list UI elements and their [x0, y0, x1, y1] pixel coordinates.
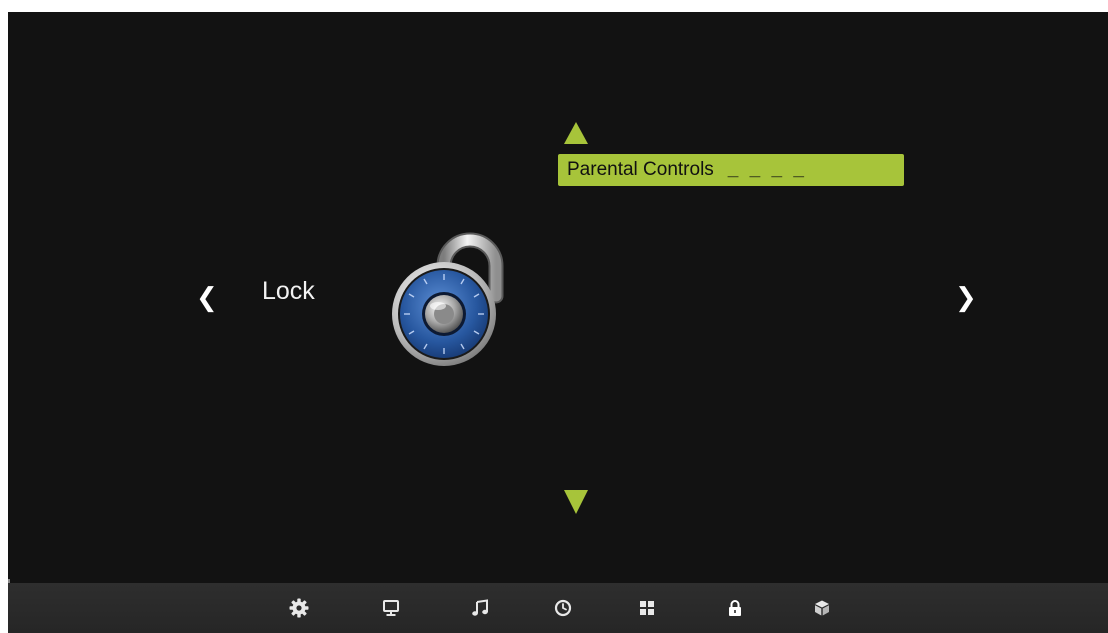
cube-icon[interactable]	[811, 597, 833, 619]
bottom-category-bar	[8, 583, 1108, 633]
apps-grid-icon[interactable]	[636, 597, 658, 619]
clock-icon[interactable]	[552, 597, 574, 619]
display-monitor-icon[interactable]	[380, 597, 402, 619]
padlock-icon	[386, 226, 510, 374]
lock-icon[interactable]	[724, 597, 746, 619]
previous-category-arrow[interactable]: ❮	[196, 284, 218, 310]
scroll-up-icon[interactable]	[564, 122, 588, 144]
music-note-icon[interactable]	[469, 597, 491, 619]
pin-entry-field[interactable]: _ _ _ _	[728, 159, 807, 181]
category-title: Lock	[262, 277, 315, 305]
menu-item-label: Parental Controls	[567, 159, 714, 180]
menu-item-parental-controls[interactable]: Parental Controls _ _ _ _	[558, 154, 904, 186]
next-category-arrow[interactable]: ❯	[955, 284, 977, 310]
scroll-down-icon[interactable]	[564, 490, 588, 514]
settings-gear-icon[interactable]	[288, 597, 310, 619]
tv-menu-screen: ❮ Lock Parental Controls _ _ _ _ ❯	[8, 12, 1108, 633]
